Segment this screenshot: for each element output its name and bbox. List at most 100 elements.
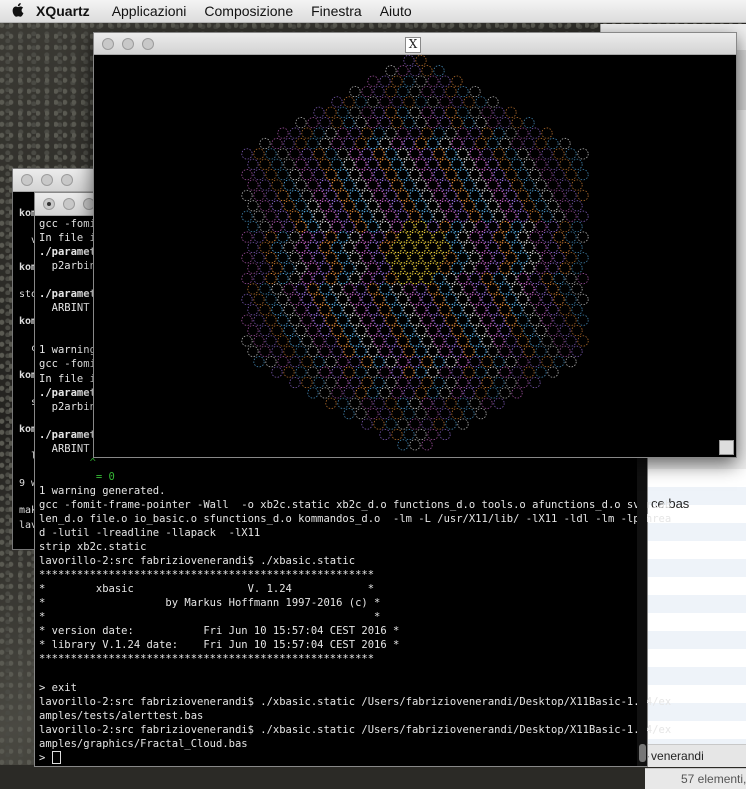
terminal-scroll-thumb[interactable]	[639, 744, 646, 762]
fractal-ring	[391, 262, 403, 274]
fractal-ring	[451, 137, 463, 150]
fractal-ring	[259, 241, 271, 254]
fractal-ring	[445, 106, 457, 118]
fractal-ring	[559, 179, 571, 191]
fractal-ring	[373, 252, 385, 264]
fractal-ring	[385, 210, 397, 223]
fractal-ring	[433, 293, 445, 306]
fractal-ring	[541, 252, 553, 264]
fractal-ring	[427, 304, 439, 316]
fractal-ring	[529, 314, 541, 326]
fractal-ring	[277, 231, 289, 243]
fractal-ring	[379, 345, 391, 358]
fractal-ring	[553, 169, 565, 181]
fractal-ring	[289, 231, 301, 243]
fractal-ring	[283, 324, 295, 337]
fractal-ring	[571, 304, 583, 316]
fractal-ring	[403, 200, 415, 212]
fractal-ring	[301, 293, 313, 306]
fractal-ring	[337, 335, 349, 347]
menu-item-finestra[interactable]: Finestra	[311, 3, 362, 19]
fractal-ring	[385, 148, 397, 160]
fractal-ring	[409, 293, 421, 306]
close-button[interactable]	[21, 174, 33, 186]
fractal-ring	[409, 189, 421, 202]
fractal-ring	[385, 65, 397, 77]
fractal-ring	[475, 283, 487, 295]
fractal-ring	[391, 96, 403, 108]
fractal-ring	[457, 148, 469, 160]
zoom-button[interactable]	[61, 174, 73, 186]
fractal-ring	[523, 324, 535, 337]
fractal-ring	[541, 189, 553, 202]
fractal-ring	[385, 168, 397, 181]
fractal-ring	[445, 272, 457, 285]
fractal-ring	[409, 397, 421, 409]
fractal-ring	[271, 262, 283, 274]
x11-graphics-window[interactable]: X	[93, 32, 737, 458]
menu-item-applicazioni[interactable]: Applicazioni	[112, 3, 187, 19]
fractal-ring	[421, 335, 433, 347]
fractal-ring	[481, 106, 493, 118]
fractal-ring	[325, 397, 337, 409]
fractal-ring	[517, 272, 529, 285]
fractal-ring	[253, 293, 265, 306]
minimize-button[interactable]	[41, 174, 53, 186]
fractal-ring	[427, 283, 439, 295]
fractal-ring	[487, 200, 499, 212]
fractal-ring	[271, 324, 283, 337]
fractal-ring	[559, 324, 571, 337]
menu-item-composizione[interactable]: Composizione	[204, 3, 293, 19]
finder-scrollbar[interactable]	[737, 50, 746, 110]
zoom-button[interactable]	[142, 38, 154, 50]
fractal-ring	[529, 335, 541, 347]
fractal-ring	[379, 262, 391, 274]
fractal-ring	[529, 210, 541, 222]
fractal-ring	[559, 221, 571, 233]
fractal-ring	[373, 231, 385, 243]
fractal-ring	[397, 376, 409, 389]
fractal-ring	[553, 189, 565, 202]
fractal-ring	[559, 283, 571, 295]
x11-titlebar[interactable]: X	[94, 33, 736, 55]
fractal-ring	[511, 366, 523, 378]
fractal-ring	[253, 335, 265, 347]
finder-path-label[interactable]: venerandi	[651, 749, 704, 763]
minimize-button[interactable]	[122, 38, 134, 50]
terminal-line: strip xb2c.static	[39, 541, 147, 554]
fractal-ring	[349, 148, 361, 160]
fractal-ring	[397, 418, 409, 430]
fractal-ring	[415, 262, 427, 274]
fractal-ring	[481, 252, 493, 264]
fractal-ring	[403, 241, 415, 254]
fractal-ring	[295, 366, 307, 378]
minimize-button[interactable]	[63, 198, 75, 210]
fractal-ring	[307, 137, 319, 150]
fractal-ring	[313, 335, 325, 347]
fractal-ring	[373, 148, 385, 160]
fractal-ring	[457, 210, 469, 223]
menu-item-aiuto[interactable]: Aiuto	[380, 3, 412, 19]
fractal-ring	[493, 148, 505, 160]
apple-menu-icon[interactable]	[0, 2, 36, 20]
menu-app-name[interactable]: XQuartz	[36, 3, 90, 19]
fractal-ring	[325, 127, 337, 139]
fractal-ring	[505, 272, 517, 285]
fractal-ring	[289, 376, 301, 389]
fractal-ring	[403, 179, 415, 191]
resize-grip-icon[interactable]	[719, 440, 734, 455]
fractal-ring	[571, 262, 583, 274]
fractal-ring	[313, 252, 325, 264]
fractal-ring	[451, 96, 463, 108]
fractal-ring	[529, 189, 541, 202]
fractal-ring	[517, 127, 529, 139]
fractal-ring	[505, 148, 517, 160]
fractal-ring	[427, 75, 439, 87]
close-button[interactable]	[43, 198, 55, 210]
fractal-ring	[421, 168, 433, 181]
fractal-ring	[487, 324, 499, 337]
fractal-ring	[385, 127, 397, 139]
fractal-ring	[517, 252, 529, 264]
close-button[interactable]	[102, 38, 114, 50]
fractal-ring	[457, 272, 469, 285]
